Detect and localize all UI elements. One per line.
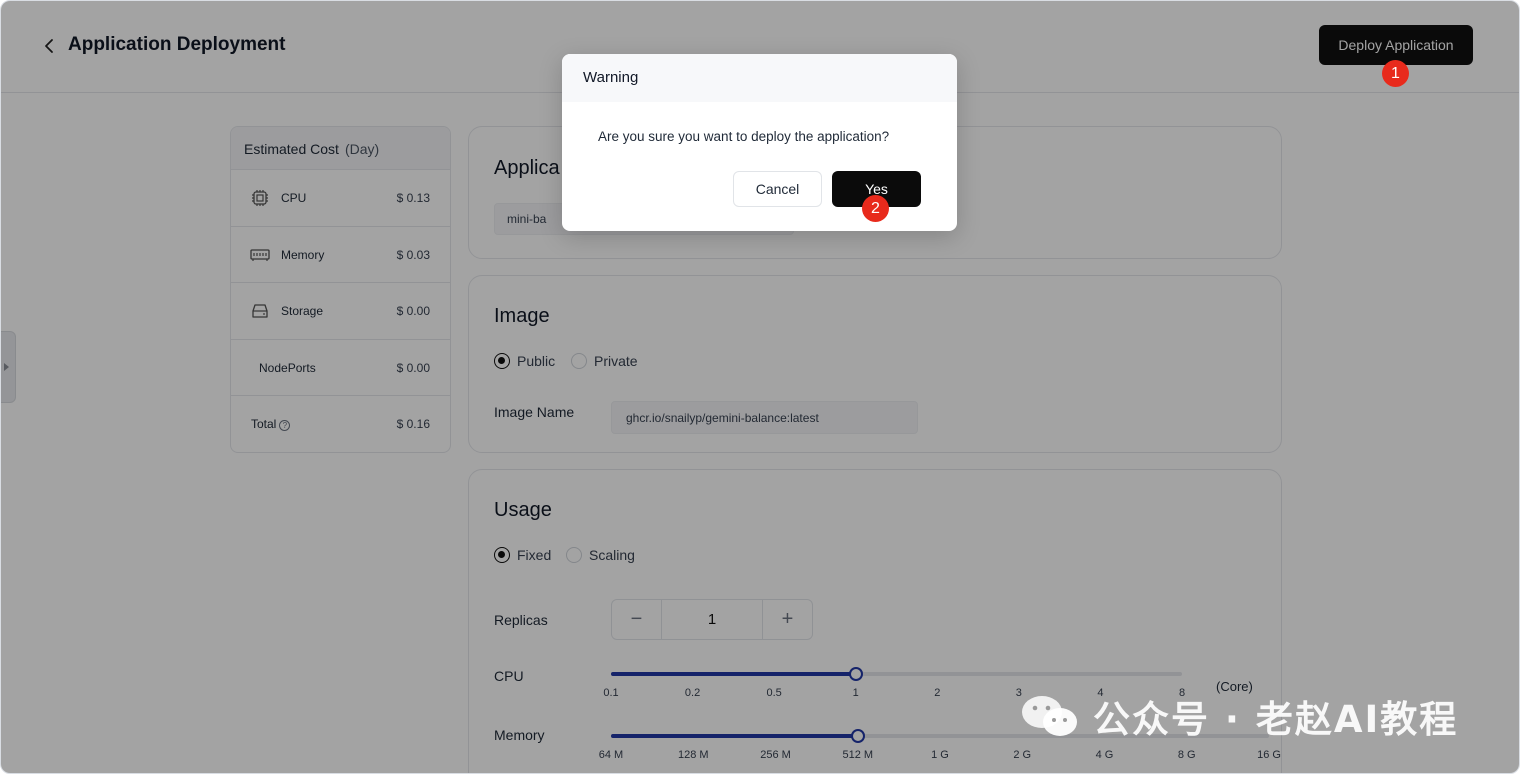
warning-dialog: Warning Are you sure you want to deploy … (562, 54, 957, 231)
app-window: Application Deployment Deploy Applicatio… (0, 0, 1520, 774)
step-badge-2: 2 (862, 195, 889, 222)
dialog-title: Warning (562, 54, 957, 102)
step-badge-1: 1 (1382, 60, 1409, 87)
watermark: 公众号 · 老赵AI教程 (1019, 689, 1458, 743)
cancel-button[interactable]: Cancel (733, 171, 822, 207)
dialog-message: Are you sure you want to deploy the appl… (598, 129, 890, 144)
wechat-logo-icon (1019, 691, 1081, 741)
watermark-text: 公众号 · 老赵AI教程 (1093, 698, 1459, 741)
